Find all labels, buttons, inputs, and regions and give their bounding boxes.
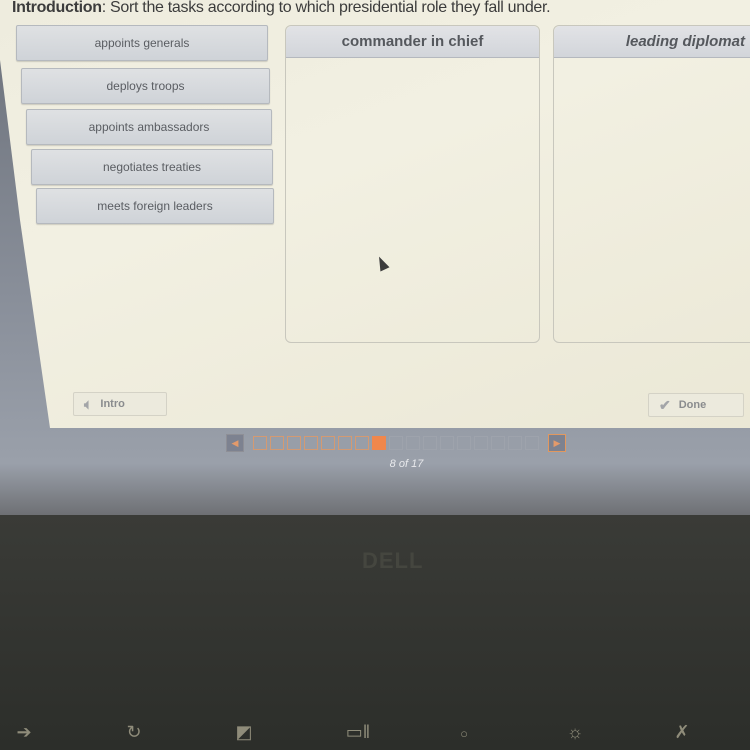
- chevron-right-icon: ▶: [553, 437, 561, 448]
- draggable-tile[interactable]: meets foreign leaders: [36, 188, 274, 224]
- draggable-tile[interactable]: appoints generals: [16, 25, 268, 61]
- draggable-tile[interactable]: appoints ambassadors: [26, 109, 272, 145]
- page-dot[interactable]: [389, 436, 403, 450]
- page-dot[interactable]: [491, 436, 505, 450]
- page-dot[interactable]: [287, 436, 301, 450]
- bin-title: leading diplomat: [625, 33, 745, 50]
- page-dot[interactable]: [355, 436, 369, 450]
- refresh-icon: ↻: [126, 722, 142, 742]
- page-dot[interactable]: [338, 436, 352, 450]
- page-dot-current[interactable]: [372, 436, 386, 450]
- page-dot[interactable]: [304, 436, 318, 450]
- pagination: ◀ ▶: [226, 433, 566, 453]
- instructions-text: : Sort the tasks according to which pres…: [101, 0, 551, 16]
- done-label: Done: [678, 399, 707, 411]
- bin-header: leading diplomat: [554, 26, 750, 58]
- page-dot[interactable]: [474, 436, 488, 450]
- chevron-left-icon: ◀: [231, 437, 239, 448]
- instructions-label: Introduction: [12, 0, 102, 16]
- speaker-icon: 🔈︎: [84, 395, 93, 412]
- bin-header: commander in chief: [286, 26, 539, 58]
- drop-bin-leading-diplomat[interactable]: leading diplomat: [553, 25, 750, 343]
- page-dot[interactable]: [406, 436, 420, 450]
- bin-title: commander in chief: [341, 33, 484, 50]
- brightness-down-icon: ○: [460, 726, 468, 741]
- intro-label: Intro: [100, 398, 125, 410]
- brand-logo: DELL: [362, 548, 424, 573]
- checkmark-icon: ✔: [659, 396, 671, 413]
- intro-button[interactable]: 🔈︎ Intro: [73, 392, 167, 416]
- tile-label: negotiates treaties: [102, 160, 202, 174]
- next-page-button[interactable]: ▶: [548, 434, 566, 452]
- page-counter: 8 of 17: [389, 458, 424, 470]
- page-dot[interactable]: [457, 436, 471, 450]
- fullscreen-icon: ◩: [235, 722, 253, 742]
- page-dot[interactable]: [321, 436, 335, 450]
- page-dot[interactable]: [253, 436, 267, 450]
- forward-icon: ➔: [16, 722, 32, 742]
- brightness-up-icon: ☼: [566, 722, 584, 742]
- previous-page-button[interactable]: ◀: [226, 434, 244, 452]
- page-dot[interactable]: [508, 436, 522, 450]
- tile-label: meets foreign leaders: [97, 199, 213, 213]
- drop-bin-commander-in-chief[interactable]: commander in chief: [285, 25, 540, 343]
- tile-label: appoints generals: [94, 36, 190, 50]
- page-dots: [253, 436, 539, 450]
- page-dot[interactable]: [423, 436, 437, 450]
- mute-icon: ✗: [674, 722, 690, 742]
- overview-icon: ▭ǁ: [345, 722, 371, 742]
- page-dot[interactable]: [270, 436, 284, 450]
- draggable-tile[interactable]: negotiates treaties: [31, 149, 273, 185]
- page-dot[interactable]: [525, 436, 539, 450]
- done-button[interactable]: ✔ Done: [648, 393, 744, 417]
- tile-label: appoints ambassadors: [88, 120, 210, 134]
- draggable-tile[interactable]: deploys troops: [21, 68, 270, 104]
- tile-label: deploys troops: [106, 79, 185, 93]
- page-dot[interactable]: [440, 436, 454, 450]
- instructions: Introduction: Sort the tasks according t…: [12, 0, 551, 17]
